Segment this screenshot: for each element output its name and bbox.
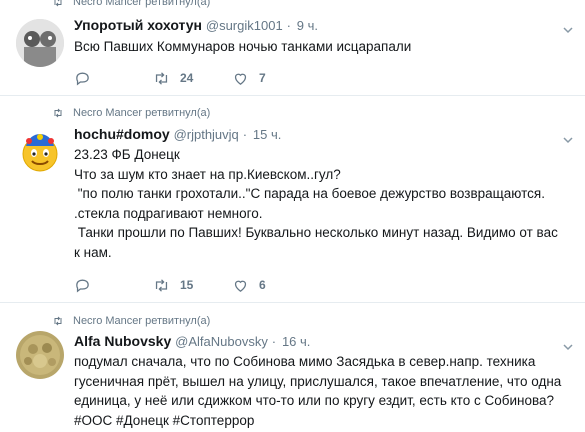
like-count: 6 [259,278,266,292]
separator-dot: · [242,127,248,142]
retweet-icon [155,278,168,292]
retweet-button[interactable]: 24 [153,70,232,87]
reply-button[interactable] [74,277,153,294]
timestamp[interactable]: 16 ч. [282,334,310,349]
chevron-down-icon[interactable] [563,22,573,34]
timestamp[interactable]: 15 ч. [253,127,281,142]
user-handle[interactable]: @surgik1001 [206,18,283,33]
tweet-text: подумал сначала, что по Собинова мимо За… [74,354,562,428]
tweet-1[interactable]: Упоротый хохотун @surgik1001 · 9 ч. Всю … [0,0,585,96]
chevron-down-icon[interactable] [563,132,573,144]
tweet-actions: 15 6 [74,276,266,294]
avatar[interactable] [16,331,64,379]
tweet-2[interactable]: Necro Mancer ретвитнул(а) hochu#domoy @r… [0,96,585,303]
like-button[interactable]: 7 [232,70,266,87]
like-count: 7 [259,71,266,85]
tweet-header: Alfa Nubovsky @AlfaNubovsky · 16 ч. [74,333,310,349]
tweet-text: Всю Павших Коммунаров ночью танками исца… [74,39,412,54]
retweet-indicator: Necro Mancer ретвитнул(а) [52,315,210,327]
chevron-down-icon[interactable] [563,339,573,351]
retweet-indicator: Necro Mancer ретвитнул(а) [52,107,210,119]
user-handle[interactable]: @AlfaNubovsky [175,334,268,349]
retweet-small-icon [52,107,64,119]
timestamp[interactable]: 9 ч. [297,18,318,33]
display-name[interactable]: Alfa Nubovsky [74,333,171,349]
retweet-count: 15 [180,278,194,292]
heart-icon [234,73,247,85]
reply-button[interactable] [74,70,153,87]
separator-dot: · [286,18,291,33]
retweet-label: Necro Mancer ретвитнул(а) [73,107,211,119]
retweet-button[interactable]: 15 [153,277,232,294]
tweet-header: hochu#domoy @rjpthjuvjq · 15 ч. [74,126,281,142]
like-button[interactable]: 6 [232,277,266,294]
tweet-header: Упоротый хохотун @surgik1001 · 9 ч. [74,17,318,33]
reply-icon [76,72,89,85]
retweet-small-icon [52,315,64,327]
avatar[interactable] [16,128,64,176]
separator-dot: · [271,334,277,349]
tweet-text: 23.23 ФБ Донецк Что за шум кто знает на … [74,147,558,260]
avatar[interactable] [16,19,64,67]
tweet-3[interactable]: Necro Mancer ретвитнул(а) Alfa Nubovsky … [0,303,585,432]
user-handle[interactable]: @rjpthjuvjq [174,127,239,142]
display-name[interactable]: hochu#domoy [74,126,170,142]
heart-icon [234,280,247,292]
tweet-actions: 24 7 [74,69,266,87]
reply-icon [76,279,89,292]
retweet-label: Necro Mancer ретвитнул(а) [73,315,211,327]
retweet-icon [155,71,168,85]
retweet-count: 24 [180,71,194,85]
display-name[interactable]: Упоротый хохотун [74,17,202,33]
